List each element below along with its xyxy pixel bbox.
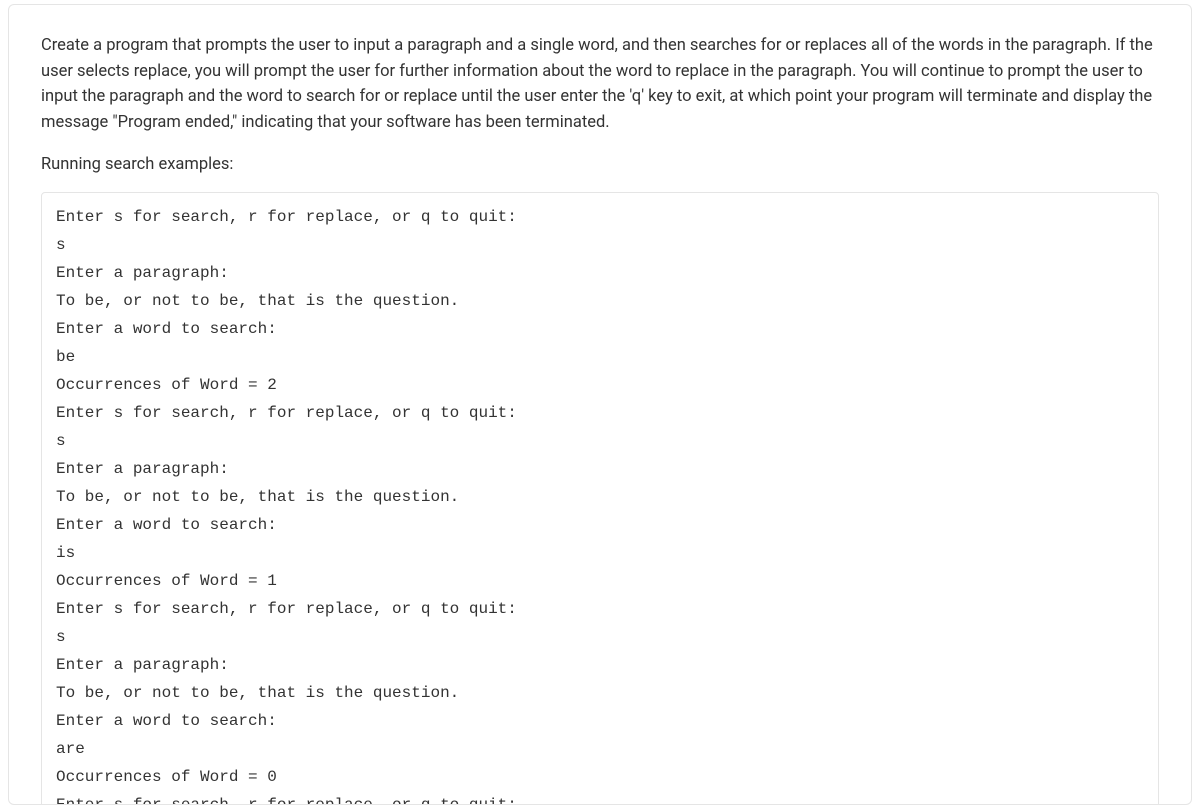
document-card: Create a program that prompts the user t… bbox=[8, 4, 1192, 805]
search-examples-label: Running search examples: bbox=[41, 153, 1159, 178]
code-output-block: Enter s for search, r for replace, or q … bbox=[41, 192, 1159, 805]
problem-instructions: Create a program that prompts the user t… bbox=[41, 33, 1159, 135]
